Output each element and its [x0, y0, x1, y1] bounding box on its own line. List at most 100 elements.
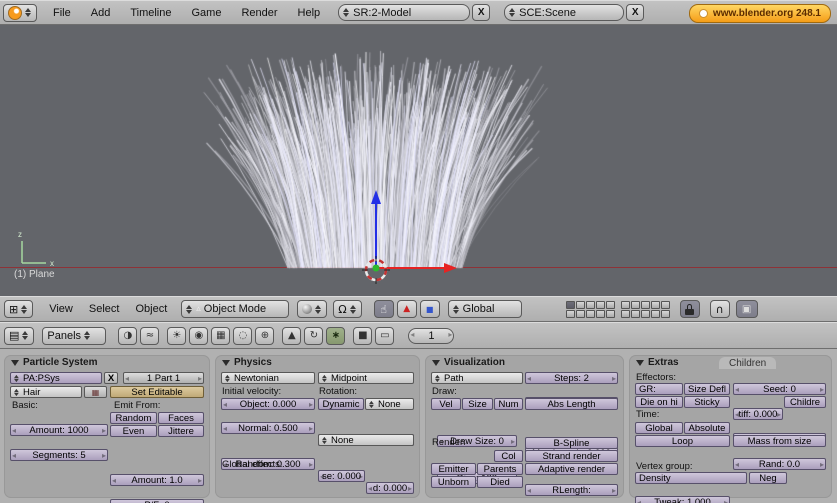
panel-header[interactable]: Extras — [636, 357, 679, 368]
neg-toggle[interactable]: Neg — [749, 472, 787, 484]
editor-type-dropdown[interactable]: ⊞ — [4, 300, 34, 318]
layer-toggle[interactable] — [595, 309, 605, 318]
particle-type-dropdown[interactable]: Hair — [10, 386, 82, 398]
layer-toggle[interactable] — [575, 309, 585, 318]
jitter-amount-field[interactable]: Amount: 1.0 — [110, 474, 204, 486]
jittered-toggle[interactable]: Jittere — [158, 425, 204, 437]
scene-selector[interactable]: SCE:Scene — [504, 4, 625, 21]
frame-number-stepper[interactable]: 1 — [408, 327, 455, 344]
translate-manipulator-button[interactable]: ▲ — [396, 300, 417, 318]
seed-field[interactable]: Seed: 0 — [733, 383, 826, 395]
velocity-object-field[interactable]: Object: 0.000 — [221, 398, 315, 410]
screen-selector[interactable]: SR:2-Model — [338, 4, 471, 21]
layer-toggle[interactable] — [605, 300, 615, 309]
menu-game[interactable]: Game — [191, 7, 221, 19]
pf-field[interactable]: P/F: 0 — [110, 499, 204, 503]
global-toggle[interactable]: Global — [635, 422, 683, 434]
menu-select[interactable]: Select — [89, 303, 120, 315]
integrator-dropdown[interactable]: Midpoint — [318, 372, 414, 384]
transform-manipulator[interactable]: z x — [0, 25, 837, 296]
strand-render-toggle[interactable]: Strand render — [525, 450, 618, 462]
angular-velocity-dropdown[interactable]: None — [318, 434, 414, 446]
velocity-normal-field[interactable]: Normal: 0.500 — [221, 422, 315, 434]
abs-length-toggle[interactable]: Abs Length — [525, 398, 618, 410]
amount-field[interactable]: Amount: 1000 — [10, 424, 108, 436]
rand-field[interactable]: Rand: 0.0 — [733, 458, 826, 470]
material-buttons-icon[interactable]: ◉ — [189, 326, 209, 345]
dynamic-toggle[interactable]: Dynamic — [318, 398, 364, 410]
layer-toggle[interactable] — [650, 300, 660, 309]
layer-toggle[interactable] — [640, 300, 650, 309]
radiosity-buttons-icon[interactable]: ◌ — [233, 326, 253, 345]
emitter-toggle[interactable]: Emitter — [431, 463, 476, 475]
menu-add[interactable]: Add — [91, 7, 111, 19]
tweak-field[interactable]: Tweak: 1.000 — [635, 496, 730, 503]
manipulator-toggle-button[interactable]: ☝ — [373, 300, 394, 318]
object-buttons-icon[interactable]: ▲ — [282, 326, 302, 345]
collapse-triangle-icon[interactable] — [222, 359, 230, 366]
scene-buttons-icon[interactable]: ▭ — [375, 326, 395, 345]
even-toggle[interactable]: Even — [110, 425, 157, 437]
layer-toggle[interactable] — [605, 309, 615, 318]
render-preview-button[interactable]: ▣ — [735, 300, 758, 318]
parents-toggle[interactable]: Parents — [477, 463, 523, 475]
pivot-point-dropdown[interactable]: Ω — [333, 300, 362, 318]
layer-toggle[interactable] — [565, 300, 575, 309]
layer-toggle[interactable] — [585, 300, 595, 309]
died-toggle[interactable]: Died — [477, 476, 523, 488]
num-toggle[interactable]: Num — [494, 398, 523, 410]
editor-type-dropdown[interactable] — [3, 3, 37, 22]
vel-toggle[interactable]: Vel — [431, 398, 461, 410]
size-deflect-toggle[interactable]: Size Defl — [684, 383, 730, 395]
menu-object[interactable]: Object — [135, 303, 167, 315]
panel-header[interactable]: Particle System — [11, 357, 98, 368]
lock-layers-button[interactable] — [679, 300, 700, 318]
layer-toggle[interactable] — [620, 300, 630, 309]
collapse-triangle-icon[interactable] — [11, 359, 19, 366]
density-vgroup-field[interactable]: Density — [635, 472, 747, 484]
layer-toggle[interactable] — [630, 309, 640, 318]
faces-toggle[interactable]: Faces — [158, 412, 204, 424]
screen-close-button[interactable]: X — [472, 4, 491, 21]
scene-close-button[interactable]: X — [626, 4, 645, 21]
col-toggle[interactable]: Col — [494, 450, 523, 462]
layer-toggle[interactable] — [630, 300, 640, 309]
tab-children[interactable]: Children — [719, 357, 777, 369]
viewport-shading-dropdown[interactable] — [297, 300, 328, 318]
layer-toggle[interactable] — [575, 300, 585, 309]
panel-header[interactable]: Physics — [222, 357, 272, 368]
scale-manipulator-button[interactable]: ■ — [419, 300, 440, 318]
rlength-field[interactable]: RLength: — [525, 484, 618, 496]
segments-field[interactable]: Segments: 5 — [10, 449, 108, 461]
unborn-toggle[interactable]: Unborn — [431, 476, 476, 488]
effector-group-field[interactable]: GR: — [635, 383, 683, 395]
bspline-toggle[interactable]: B-Spline — [525, 437, 618, 449]
panel-header[interactable]: Visualization — [432, 357, 505, 368]
loop-toggle[interactable]: Loop — [635, 435, 730, 447]
size-toggle[interactable]: Size — [462, 398, 493, 410]
particle-options-button[interactable]: ▦ — [84, 386, 107, 398]
phase-field[interactable]: se: 0.000 — [318, 470, 365, 482]
particle-buttons-icon[interactable]: ∗ — [326, 326, 346, 345]
set-editable-button[interactable]: Set Editable — [110, 386, 204, 398]
layer-toggle[interactable] — [620, 309, 630, 318]
menu-render[interactable]: Render — [241, 7, 277, 19]
random-toggle[interactable]: Random — [110, 412, 157, 424]
children-toggle[interactable]: Childre — [784, 396, 826, 408]
menu-file[interactable]: File — [53, 7, 71, 19]
blender-version-badge[interactable]: www.blender.org 248.1 — [689, 4, 831, 23]
lamp-buttons-icon[interactable]: ☀ — [167, 326, 187, 345]
die-on-hit-toggle[interactable]: Die on hi — [635, 396, 683, 408]
logic-buttons-icon[interactable]: ◑ — [118, 326, 138, 345]
layer-toggle[interactable] — [660, 300, 670, 309]
collapse-triangle-icon[interactable] — [636, 359, 644, 366]
layer-toggle[interactable] — [565, 309, 575, 318]
layer-toggle[interactable] — [650, 309, 660, 318]
menu-view[interactable]: View — [49, 303, 73, 315]
editing-buttons-icon[interactable]: ■ — [353, 326, 373, 345]
physics-type-dropdown[interactable]: Newtonian — [221, 372, 315, 384]
menu-timeline[interactable]: Timeline — [130, 7, 171, 19]
snap-button[interactable]: ∩ — [709, 300, 730, 318]
steps-field[interactable]: Steps: 2 — [525, 372, 618, 384]
script-buttons-icon[interactable]: ≈ — [140, 326, 160, 345]
